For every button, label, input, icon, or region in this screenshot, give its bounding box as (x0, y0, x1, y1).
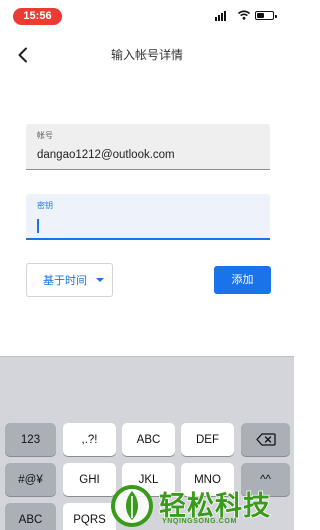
key-123[interactable]: 123 (5, 423, 56, 456)
wifi-icon (238, 10, 250, 20)
cellular-signal-icon (215, 9, 226, 21)
status-bar: 15:56 (0, 0, 294, 32)
secret-key-field-label: 密钥 (37, 201, 53, 210)
key-symbols[interactable]: #@¥ (5, 463, 56, 496)
account-field-value: dangao1212@outlook.com (37, 149, 175, 161)
battery-icon (255, 11, 277, 20)
account-field[interactable]: 帐号 dangao1212@outlook.com (26, 124, 270, 170)
account-field-label: 帐号 (37, 131, 53, 140)
key-letters[interactable]: ABC (5, 503, 56, 530)
watermark-domain: YNQINGSONG.COM (162, 518, 237, 525)
key-type-dropdown[interactable]: 基于时间 (26, 263, 113, 297)
key-delete[interactable] (241, 423, 290, 456)
page-title: 输入帐号详情 (110, 48, 183, 62)
key-type-selected: 基于时间 (43, 275, 87, 287)
text-cursor (37, 219, 39, 233)
watermark: 轻松科技 YNQINGSONG.COM (100, 482, 294, 530)
key-abc[interactable]: ABC (122, 423, 175, 456)
key-def[interactable]: DEF (181, 423, 234, 456)
caret-down-icon (96, 278, 104, 282)
secret-key-field[interactable]: 密钥 (26, 194, 270, 240)
backspace-icon (255, 433, 276, 446)
add-button[interactable]: 添加 (214, 266, 271, 294)
leaf-logo-icon (111, 485, 153, 527)
status-time: 15:56 (13, 8, 62, 25)
key-punctuation[interactable]: ,.?! (63, 423, 116, 456)
